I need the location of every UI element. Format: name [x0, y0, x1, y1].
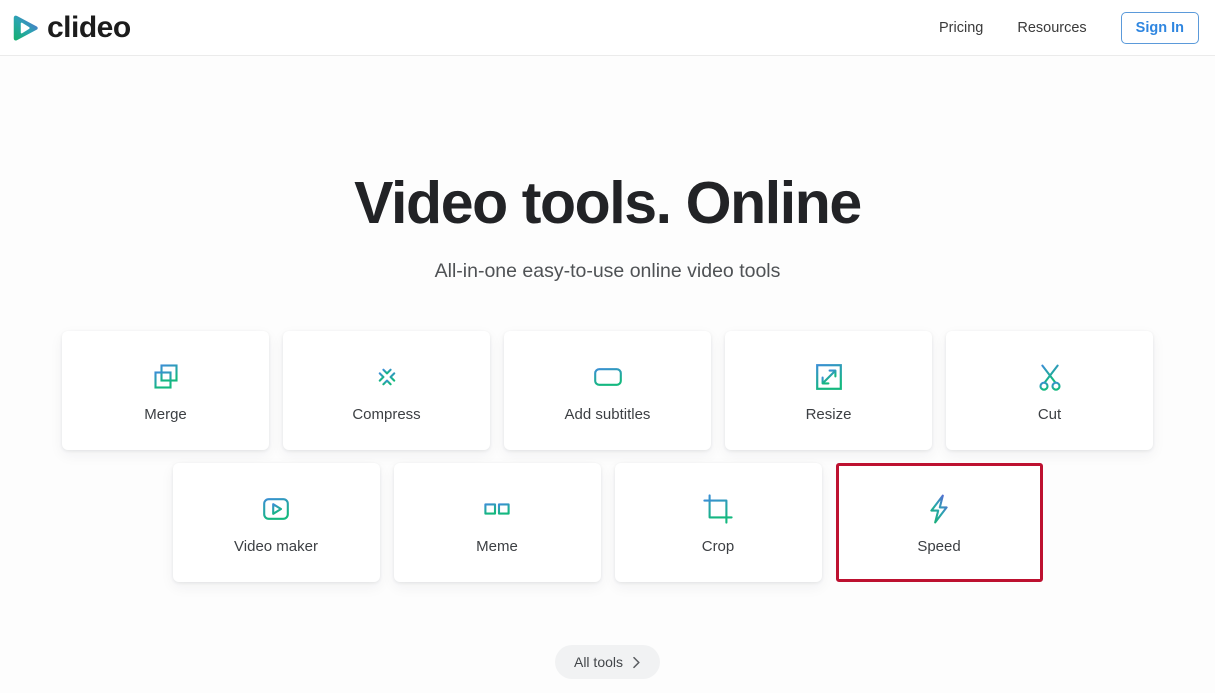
tool-card-video-maker[interactable]: Video maker [172, 463, 380, 582]
tools-row-1: Merge Compress Add subtitles Resize Cut [0, 331, 1215, 450]
site-header: clideo Pricing Resources Sign In [0, 0, 1215, 56]
sign-in-button[interactable]: Sign In [1120, 11, 1199, 44]
lightning-bolt-icon [930, 494, 948, 523]
tool-card-cut[interactable]: Cut [946, 331, 1153, 450]
all-tools-label: All tools [573, 654, 624, 670]
tools-grid: Merge Compress Add subtitles Resize Cut … [0, 331, 1215, 582]
tool-label: Video maker [234, 537, 318, 555]
page-root: clideo Pricing Resources Sign In Video t… [0, 0, 1215, 693]
page-subtitle: All-in-one easy-to-use online video tool… [434, 259, 781, 282]
tool-card-crop[interactable]: Crop [614, 463, 822, 582]
tool-label: Compress [352, 405, 421, 423]
all-tools-button[interactable]: All tools [554, 645, 661, 679]
play-triangle-logo-icon [13, 15, 38, 40]
compress-arrows-icon [371, 361, 402, 392]
tool-card-compress[interactable]: Compress [283, 331, 490, 450]
page-title: Video tools. Online [354, 170, 862, 236]
all-tools-section: All tools [0, 645, 1215, 679]
tool-label: Merge [144, 405, 187, 423]
glasses-icon [481, 502, 513, 515]
header-nav: Pricing Resources Sign In [939, 11, 1199, 44]
tool-label: Speed [917, 537, 961, 555]
logo-link[interactable]: clideo [10, 10, 131, 44]
nav-link-resources[interactable]: Resources [1017, 20, 1086, 36]
tool-card-merge[interactable]: Merge [62, 331, 269, 450]
subtitles-icon [593, 367, 622, 386]
tool-label: Resize [805, 405, 852, 423]
logo-wordmark: clideo [47, 10, 131, 44]
scissors-icon [1038, 364, 1061, 391]
hero-section: Video tools. Online All-in-one easy-to-u… [0, 56, 1215, 283]
resize-expand-icon [815, 363, 842, 390]
tools-row-2: Video maker Meme Crop Speed [0, 463, 1215, 582]
tool-card-add-subtitles[interactable]: Add subtitles [504, 331, 711, 450]
tool-label: Add subtitles [564, 405, 651, 423]
crop-icon [703, 493, 733, 524]
chevron-right-icon [633, 656, 640, 668]
nav-link-pricing[interactable]: Pricing [939, 20, 983, 36]
tool-label: Meme [476, 537, 518, 555]
tool-label: Crop [701, 537, 735, 555]
video-play-icon [263, 497, 289, 520]
tool-card-meme[interactable]: Meme [393, 463, 601, 582]
tool-label: Cut [1037, 405, 1062, 423]
tool-card-speed[interactable]: Speed [835, 463, 1043, 582]
merge-squares-icon [153, 363, 178, 389]
tool-card-resize[interactable]: Resize [725, 331, 932, 450]
